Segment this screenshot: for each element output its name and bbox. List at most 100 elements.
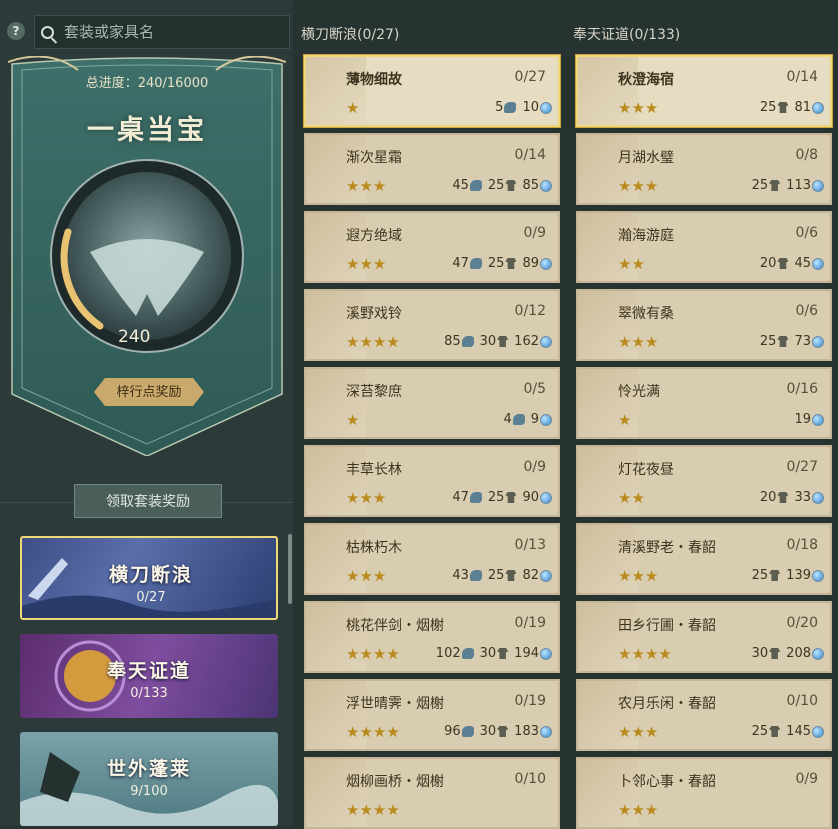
set-title: 浮世晴霁・烟榭 <box>346 696 444 712</box>
furniture-set-card[interactable]: 烟柳画桥・烟榭 0/10 ★★★★ <box>304 757 560 829</box>
set-title: 清溪野老・春韶 <box>618 540 716 556</box>
shirt-icon <box>505 570 517 581</box>
star-icon: ★ <box>359 567 373 585</box>
set-card-2[interactable]: 世外蓬莱 9/100 <box>20 732 278 826</box>
help-icon[interactable]: ? <box>7 22 25 40</box>
star-icon: ★ <box>631 333 645 351</box>
furniture-set-card[interactable]: 秋澄海宿 0/14 ★★★ 25 81 <box>576 55 832 127</box>
coin-icon <box>812 179 824 192</box>
star-icon: ★ <box>631 645 645 663</box>
column-title-0: 横刀断浪(0/27) <box>301 27 400 43</box>
stat-blue: 47 <box>452 490 482 505</box>
shirt-icon <box>769 648 781 659</box>
furniture-set-card[interactable]: 月湖水璧 0/8 ★★★ 25 113 <box>576 133 832 205</box>
furniture-set-card[interactable]: 溪野戏铃 0/12 ★★★★ 85 30 162 <box>304 289 560 361</box>
set-title: 桃花伴剑・烟榭 <box>346 618 444 634</box>
set-count: 0/133 <box>130 686 168 701</box>
furniture-set-card[interactable]: 瀚海游庭 0/6 ★★ 20 45 <box>576 211 832 283</box>
set-title: 灯花夜昼 <box>618 462 674 478</box>
star-icon: ★ <box>372 489 387 507</box>
sets-scrollbar[interactable] <box>288 534 292 604</box>
furniture-set-card[interactable]: 卜邻心事・春韶 0/9 ★★★ <box>576 757 832 829</box>
search-input[interactable] <box>64 23 284 41</box>
coin-icon <box>540 491 552 504</box>
set-progress: 0/19 <box>514 693 546 709</box>
set-title: 薄物细故 <box>346 72 402 88</box>
set-stats: 47 25 89 <box>446 256 552 271</box>
rank-reward-button[interactable]: 梓行点奖励 <box>94 378 204 406</box>
star-icon: ★ <box>359 801 373 819</box>
shirt-icon <box>497 336 509 347</box>
stat-coin: 85 <box>522 178 552 193</box>
stat-blue: 85 <box>444 334 474 349</box>
set-progress: 0/6 <box>795 303 818 319</box>
set-stats: 25 139 <box>746 568 824 583</box>
stat-blue: 5 <box>495 100 517 115</box>
set-stats: 25 113 <box>746 178 824 193</box>
star-rating: ★★★ <box>618 99 658 117</box>
star-rating: ★★★ <box>346 489 386 507</box>
star-rating: ★ <box>346 99 359 117</box>
set-name: 横刀断浪 <box>108 564 193 586</box>
star-rating: ★★ <box>618 489 645 507</box>
set-title: 深苔黎庶 <box>346 384 402 400</box>
furniture-set-card[interactable]: 丰草长林 0/9 ★★★ 47 25 90 <box>304 445 560 517</box>
furniture-set-card[interactable]: 田乡行圃・春韶 0/20 ★★★★ 30 208 <box>576 601 832 673</box>
set-progress: 0/10 <box>514 771 546 787</box>
furniture-set-card[interactable]: 翠微有桑 0/6 ★★★ 25 73 <box>576 289 832 361</box>
search-box[interactable] <box>34 15 290 49</box>
furniture-set-card[interactable]: 浮世晴霁・烟榭 0/19 ★★★★ 96 30 183 <box>304 679 560 751</box>
star-icon: ★ <box>644 99 659 117</box>
star-icon: ★ <box>631 99 645 117</box>
furniture-set-card[interactable]: 怜光满 0/16 ★ 19 <box>576 367 832 439</box>
star-icon: ★ <box>359 333 373 351</box>
star-icon: ★ <box>346 333 360 351</box>
furniture-set-card[interactable]: 枯株朽木 0/13 ★★★ 43 25 82 <box>304 523 560 595</box>
stat-coin: 81 <box>794 100 824 115</box>
coin-icon <box>540 725 552 738</box>
coin-icon <box>540 101 552 114</box>
star-icon: ★ <box>644 333 659 351</box>
set-progress: 0/27 <box>514 69 546 85</box>
stat-coin: 82 <box>522 568 552 583</box>
stat-blue: 43 <box>452 568 482 583</box>
star-icon: ★ <box>644 801 659 819</box>
star-icon: ★ <box>372 255 387 273</box>
star-icon: ★ <box>631 177 645 195</box>
furniture-set-card[interactable]: 农月乐闲・春韶 0/10 ★★★ 25 145 <box>576 679 832 751</box>
blue-material-icon <box>461 648 474 659</box>
set-card-1[interactable]: 奉天证道 0/133 <box>20 634 278 718</box>
star-rating: ★★★★ <box>618 645 672 663</box>
blue-material-icon <box>504 102 517 113</box>
shirt-icon <box>497 726 509 737</box>
star-icon: ★ <box>346 645 360 663</box>
star-icon: ★ <box>618 645 632 663</box>
furniture-set-card[interactable]: 灯花夜昼 0/27 ★★ 20 33 <box>576 445 832 517</box>
furniture-set-card[interactable]: 薄物细故 0/27 ★ 5 10 <box>304 55 560 127</box>
furniture-set-card[interactable]: 遐方绝域 0/9 ★★★ 47 25 89 <box>304 211 560 283</box>
coin-icon <box>540 179 552 192</box>
furniture-set-card[interactable]: 清溪野老・春韶 0/18 ★★★ 25 139 <box>576 523 832 595</box>
stat-shirt: 25 <box>488 256 517 271</box>
star-icon: ★ <box>618 99 632 117</box>
furniture-set-card[interactable]: 渐次星霜 0/14 ★★★ 45 25 85 <box>304 133 560 205</box>
set-progress: 0/8 <box>795 147 818 163</box>
set-title: 翠微有桑 <box>618 306 674 322</box>
stat-coin: 145 <box>786 724 824 739</box>
star-icon: ★ <box>346 255 360 273</box>
star-icon: ★ <box>346 177 360 195</box>
claim-set-reward-button[interactable]: 领取套装奖励 <box>74 484 222 518</box>
furniture-set-card[interactable]: 深苔黎庶 0/5 ★ 4 9 <box>304 367 560 439</box>
set-stats: 20 33 <box>754 490 824 505</box>
furniture-set-card[interactable]: 桃花伴剑・烟榭 0/19 ★★★★ 102 30 194 <box>304 601 560 673</box>
coin-icon <box>812 335 824 348</box>
star-icon: ★ <box>618 801 632 819</box>
coin-icon <box>540 335 552 348</box>
set-progress: 0/10 <box>786 693 818 709</box>
star-icon: ★ <box>359 255 373 273</box>
set-progress: 0/6 <box>795 225 818 241</box>
star-icon: ★ <box>346 489 360 507</box>
set-card-0[interactable]: 横刀断浪 0/27 <box>20 536 278 620</box>
blue-material-icon <box>512 414 525 425</box>
stat-coin: 10 <box>522 100 552 115</box>
